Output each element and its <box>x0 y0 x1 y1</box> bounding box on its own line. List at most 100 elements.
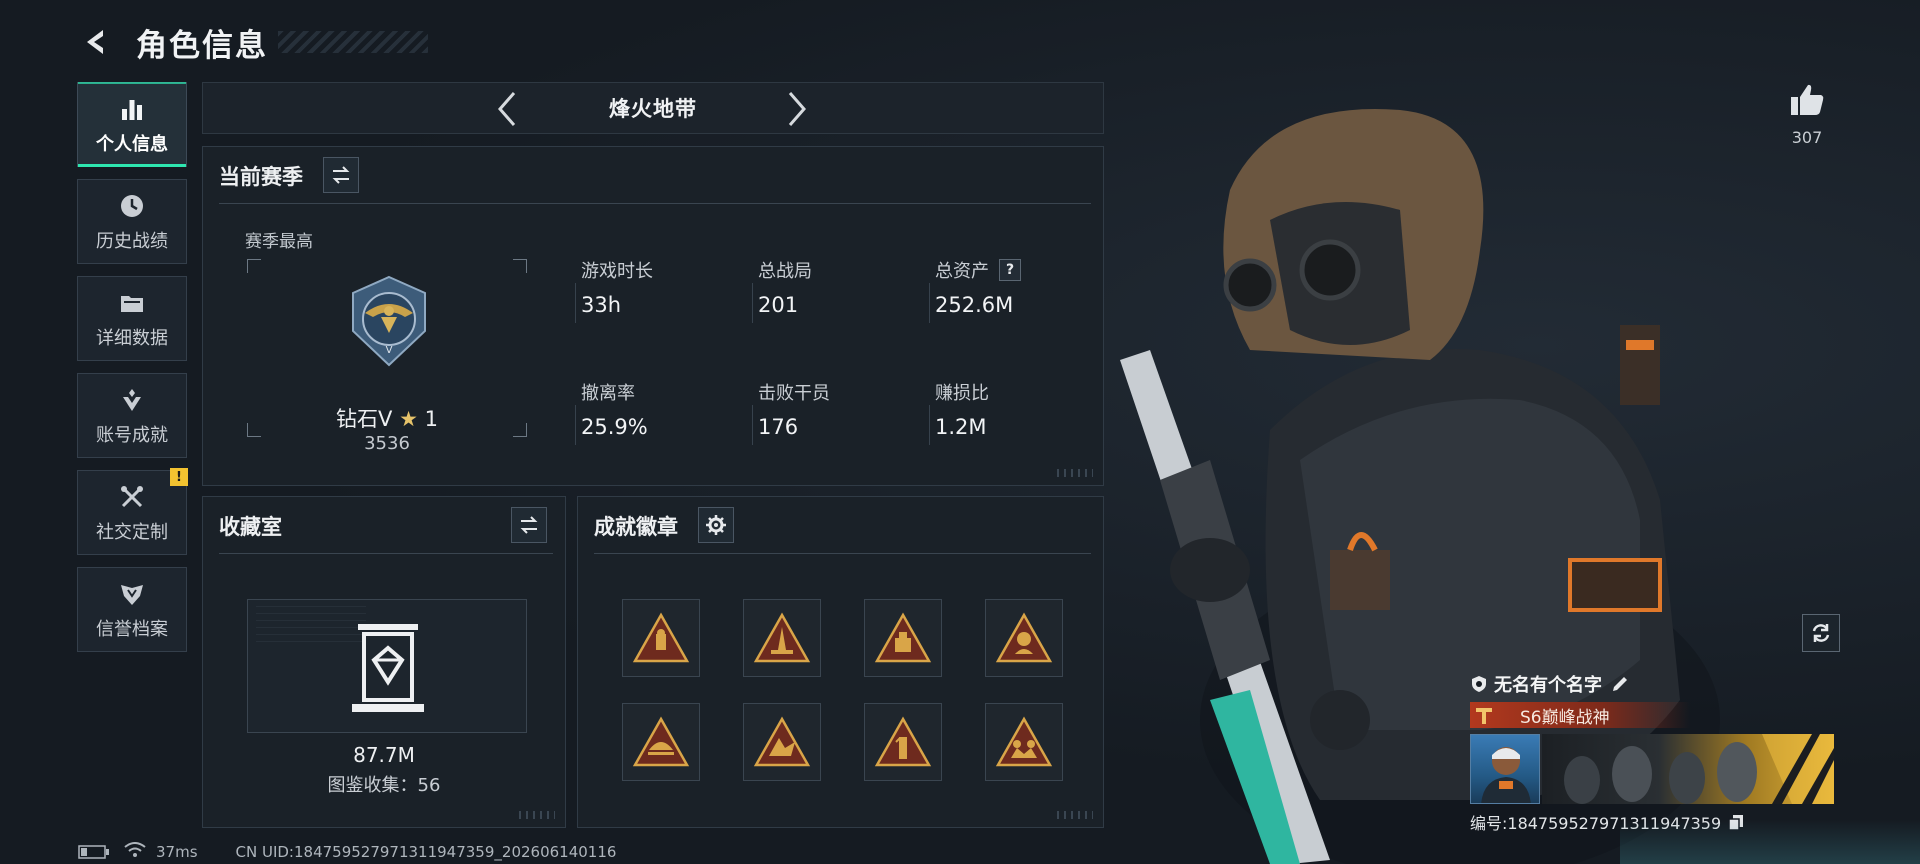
sidebar-item-label: 个人信息 <box>96 133 168 155</box>
corner-decoration <box>519 811 555 819</box>
player-card: 无名有个名字 S6巅峰战神 <box>1470 672 1840 834</box>
achievement-medal[interactable] <box>622 599 700 677</box>
refresh-icon <box>1812 624 1830 642</box>
title-tag-text: S6巅峰战神 <box>1520 707 1610 728</box>
pencil-icon <box>1613 677 1627 691</box>
season-best-label: 赛季最高 <box>245 232 313 252</box>
title-decoration <box>278 31 428 53</box>
thumbs-up-icon <box>1791 84 1824 115</box>
achievement-settings-button[interactable] <box>698 507 734 543</box>
stat-label: 总资产 ? <box>935 257 1095 283</box>
sidebar-item-social[interactable]: ! 社交定制 <box>77 468 188 555</box>
gear-icon <box>706 515 726 535</box>
medal-icon <box>632 716 690 767</box>
collection-title: 收藏室 <box>219 515 282 539</box>
medal-icon <box>874 716 932 767</box>
rank-stars: 1 <box>424 407 438 431</box>
help-button[interactable]: ? <box>999 259 1021 281</box>
corner-decoration <box>1057 811 1093 819</box>
stat-value: 176 <box>758 415 799 439</box>
collection-panel: 收藏室 87.7M 图鉴收集：56 <box>202 496 566 828</box>
achievement-medal[interactable] <box>743 703 821 781</box>
stat-label: 总战局 <box>758 261 812 282</box>
back-arrow-icon <box>87 30 103 54</box>
folder-icon <box>117 288 147 318</box>
back-button[interactable] <box>78 22 114 62</box>
status-bar: 37ms CN UID:1847595279713119473​59_20260… <box>78 842 616 862</box>
divider <box>594 553 1091 554</box>
rank-badge-icon: V <box>352 275 426 367</box>
achievement-panel: 成就徽章 <box>577 496 1104 828</box>
sidebar-item-history[interactable]: 历史战绩 <box>77 179 187 264</box>
achievement-medal[interactable] <box>985 703 1063 781</box>
stat-value: 252.6M <box>935 293 1014 317</box>
collection-switch-button[interactable] <box>511 507 547 543</box>
player-banner[interactable] <box>1542 734 1834 804</box>
collection-value: 87.7M <box>353 743 415 767</box>
season-switch-button[interactable] <box>323 157 359 193</box>
rank-score: 3536 <box>364 433 410 454</box>
title-tag[interactable]: S6巅峰战神 <box>1470 702 1690 728</box>
mode-title: 烽火地带 <box>609 97 697 121</box>
title-emblem-icon <box>1470 702 1498 728</box>
tools-icon <box>117 482 147 512</box>
page-title: 角色信息 <box>136 27 268 64</box>
sidebar-item-detailed-data[interactable]: 详细数据 <box>77 276 187 361</box>
achievement-medal[interactable] <box>864 703 942 781</box>
collection-showcase[interactable] <box>247 599 527 733</box>
medal-icon <box>995 716 1053 767</box>
like-count: 307 <box>1791 128 1823 147</box>
avatar-portrait <box>1481 747 1531 803</box>
trophy-icon <box>117 385 147 415</box>
stat-profit-loss: 赚损比 1.2M <box>929 379 1095 445</box>
medal-icon <box>632 612 690 663</box>
sidebar: 个人信息 历史战绩 详细数据 账号成就 ! 社交定制 信誉档案 <box>77 82 188 664</box>
svg-text:V: V <box>386 345 393 356</box>
cn-uid: CN UID:1847595279713119473​59_2026061401… <box>235 843 617 861</box>
edit-name-button[interactable] <box>1610 674 1630 694</box>
prev-mode-button[interactable] <box>487 89 527 129</box>
sidebar-item-label: 信誉档案 <box>96 618 168 640</box>
banner-row <box>1470 734 1840 804</box>
clock-icon <box>117 191 147 221</box>
sidebar-item-achievements[interactable]: 账号成就 <box>77 373 187 458</box>
bar-chart-icon <box>117 94 147 124</box>
season-panel: 当前赛季 赛季最高 V 钻石V ★ 1 3536 游戏时长 33h 总战局 20… <box>202 146 1104 486</box>
achievement-medal[interactable] <box>622 703 700 781</box>
collection-count: 图鉴收集：56 <box>327 775 441 796</box>
rank-frame: V 钻石V ★ 1 3536 <box>247 259 527 454</box>
sidebar-item-label: 社交定制 <box>96 521 168 543</box>
divider <box>219 203 1091 204</box>
next-mode-button[interactable] <box>777 89 817 129</box>
medal-icon <box>995 612 1053 663</box>
mode-selector: 烽火地带 <box>202 82 1104 134</box>
header: 角色信息 <box>78 18 428 66</box>
sidebar-item-personal-info[interactable]: 个人信息 <box>77 82 187 167</box>
warning-badge: ! <box>170 468 188 486</box>
achievement-title: 成就徽章 <box>594 515 678 539</box>
stat-value: 1.2M <box>935 415 987 439</box>
sidebar-item-label: 账号成就 <box>96 424 168 446</box>
achievement-medal[interactable] <box>743 599 821 677</box>
chevron-left-icon <box>498 92 516 126</box>
achievement-medal[interactable] <box>985 599 1063 677</box>
stat-total-matches: 总战局 201 <box>752 257 918 323</box>
display-case-icon <box>352 624 424 712</box>
like-button[interactable] <box>1782 80 1832 124</box>
refresh-button[interactable] <box>1802 614 1840 652</box>
stat-value: 201 <box>758 293 799 317</box>
stat-extraction-rate: 撤离率 25.9% <box>575 379 741 445</box>
player-name-row: 无名有个名字 <box>1470 672 1840 696</box>
avatar[interactable] <box>1470 734 1540 804</box>
sidebar-item-label: 详细数据 <box>96 327 168 349</box>
medal-icon <box>753 612 811 663</box>
ping-value: 37ms <box>156 843 198 861</box>
corner-decoration <box>1057 469 1093 477</box>
stat-label: 赚损比 <box>935 383 989 404</box>
stat-play-time: 游戏时长 33h <box>575 257 741 323</box>
stat-value: 33h <box>581 293 622 317</box>
achievement-medal[interactable] <box>864 599 942 677</box>
wifi-icon <box>110 842 146 862</box>
rank-name-text: 钻石V <box>336 407 393 431</box>
sidebar-item-reputation[interactable]: 信誉档案 <box>77 567 187 652</box>
